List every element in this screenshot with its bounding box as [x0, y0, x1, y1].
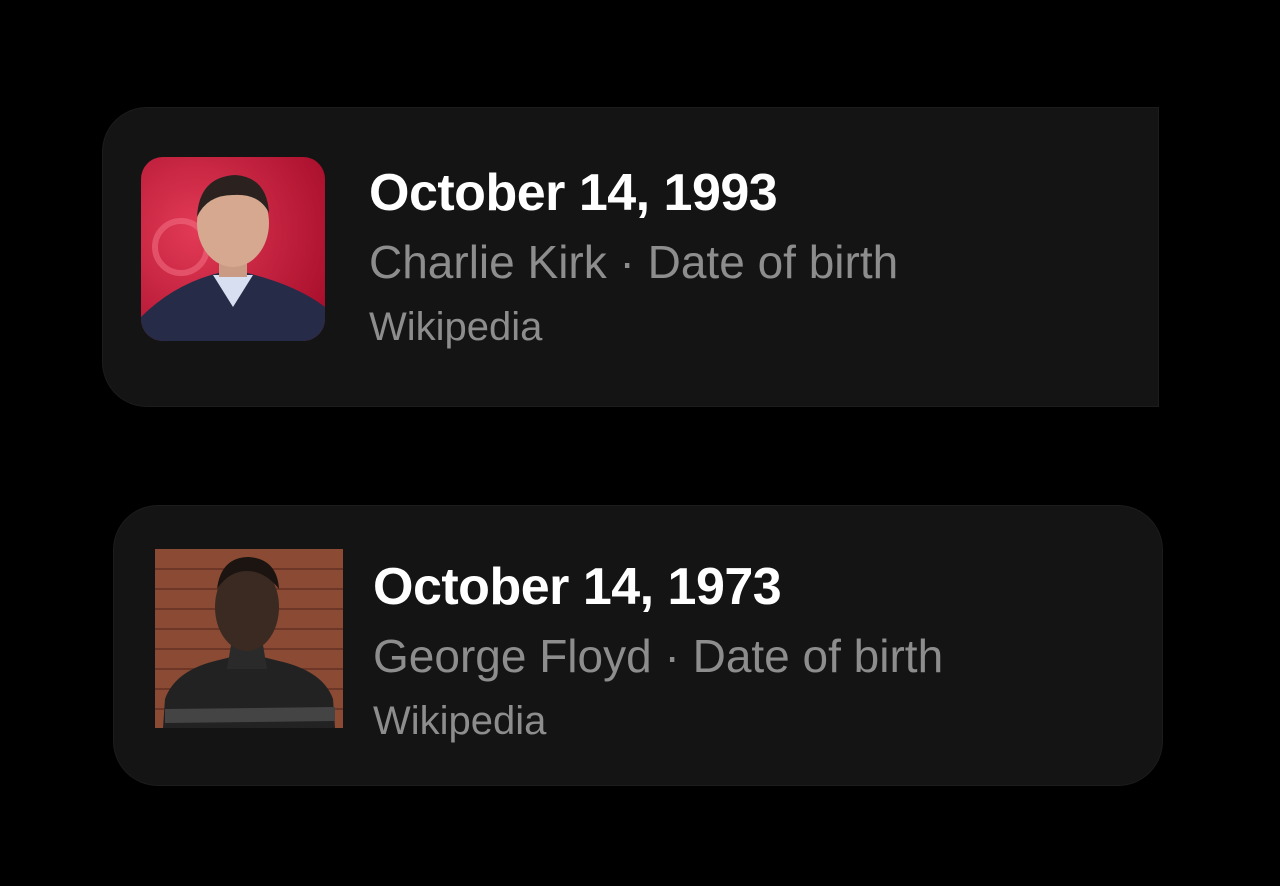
attribute-label: Date of birth — [647, 236, 899, 288]
separator-dot: · — [619, 236, 635, 288]
result-card[interactable]: October 14, 1993 Charlie Kirk · Date of … — [103, 108, 1158, 406]
result-source: Wikipedia — [369, 305, 543, 349]
result-card[interactable]: October 14, 1973 George Floyd · Date of … — [114, 506, 1162, 785]
separator-dot: · — [664, 630, 680, 682]
result-source: Wikipedia — [373, 699, 547, 743]
person-name: Charlie Kirk — [369, 236, 607, 288]
result-subtitle: George Floyd · Date of birth — [373, 620, 943, 692]
result-subtitle: Charlie Kirk · Date of birth — [369, 226, 898, 298]
attribute-label: Date of birth — [692, 630, 944, 682]
person-photo-icon — [155, 549, 343, 728]
result-date: October 14, 1993 — [369, 164, 778, 222]
person-photo-icon — [141, 157, 325, 341]
result-date: October 14, 1973 — [373, 558, 782, 616]
person-name: George Floyd — [373, 630, 652, 682]
